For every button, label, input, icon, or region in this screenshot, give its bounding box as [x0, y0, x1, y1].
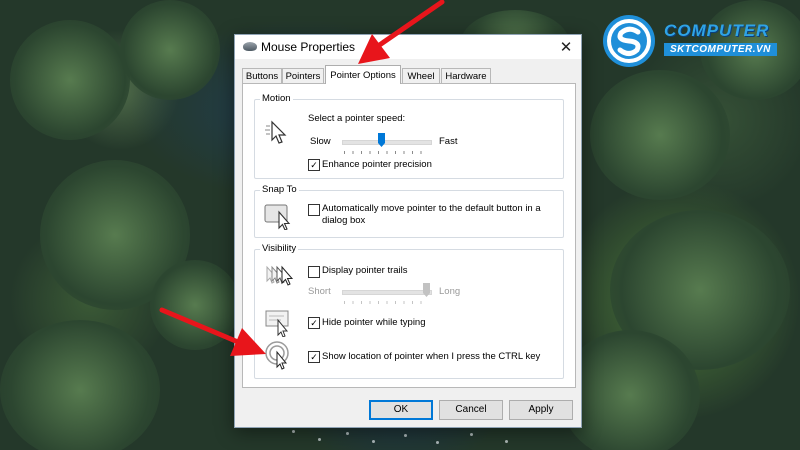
logo-site-text: SKTCOMPUTER.VN: [664, 43, 777, 56]
annotation-arrow-icon: [358, 0, 445, 64]
slow-label: Slow: [310, 136, 331, 147]
hide-pointer-label[interactable]: Hide pointer while typing: [322, 317, 426, 328]
show-location-checkbox[interactable]: [308, 351, 320, 363]
tab-pointer-options[interactable]: Pointer Options: [325, 65, 401, 84]
ok-button[interactable]: OK: [369, 400, 433, 420]
snap-to-checkbox[interactable]: [308, 204, 320, 216]
pointer-options-panel: Motion Select a pointer speed: Slow Fast…: [242, 83, 576, 388]
hide-pointer-checkbox[interactable]: [308, 317, 320, 329]
motion-group: Motion Select a pointer speed: Slow Fast…: [254, 93, 564, 179]
show-location-label[interactable]: Show location of pointer when I press th…: [322, 351, 540, 362]
snap-to-label-line2[interactable]: dialog box: [322, 215, 365, 226]
tab-pointers[interactable]: Pointers: [282, 68, 324, 84]
fast-label: Fast: [439, 136, 458, 147]
snap-to-icon: [264, 204, 291, 230]
apply-button[interactable]: Apply: [509, 400, 573, 420]
pointer-trails-label[interactable]: Display pointer trails: [322, 265, 408, 276]
speed-slider-track: [342, 140, 432, 145]
enhance-precision-checkbox[interactable]: [308, 159, 320, 171]
speed-slider-thumb[interactable]: [377, 133, 385, 147]
visibility-group: Visibility Display pointer trails Short …: [254, 243, 564, 379]
annotation-arrow-icon: [159, 307, 266, 356]
close-icon: ✕: [559, 39, 573, 56]
mouse-icon: [243, 42, 257, 51]
logo-emblem-icon: [603, 15, 655, 67]
tab-buttons[interactable]: Buttons: [242, 68, 282, 84]
pointer-trails-checkbox[interactable]: [308, 266, 320, 278]
pointer-trails-icon: [266, 265, 294, 286]
speed-slider-ticks: [344, 151, 429, 154]
trail-long-label: Long: [439, 286, 461, 297]
window-title: Mouse Properties: [261, 40, 356, 54]
trail-slider-ticks: [344, 301, 429, 304]
close-button[interactable]: ✕: [551, 35, 581, 59]
snap-to-group-label: Snap To: [260, 184, 299, 195]
pointer-speed-prompt: Select a pointer speed:: [308, 113, 406, 124]
trail-short-label: Short: [308, 286, 331, 297]
mouse-properties-dialog: Mouse Properties ✕ Buttons Pointers Poin…: [234, 34, 582, 428]
cancel-button[interactable]: Cancel: [439, 400, 503, 420]
snap-to-label-line1[interactable]: Automatically move pointer to the defaul…: [322, 203, 541, 214]
trail-slider-track: [342, 290, 432, 295]
trail-slider-thumb[interactable]: [423, 283, 430, 297]
visibility-group-label: Visibility: [260, 243, 299, 254]
snap-to-group: Snap To Automatically move pointer to th…: [254, 184, 564, 238]
motion-group-label: Motion: [260, 93, 293, 104]
pointer-speed-icon: [265, 120, 287, 144]
logo-brand-text: COMPUTER: [664, 21, 770, 40]
enhance-precision-label[interactable]: Enhance pointer precision: [322, 159, 432, 170]
brand-logo: COMPUTER SKTCOMPUTER.VN: [598, 10, 788, 76]
